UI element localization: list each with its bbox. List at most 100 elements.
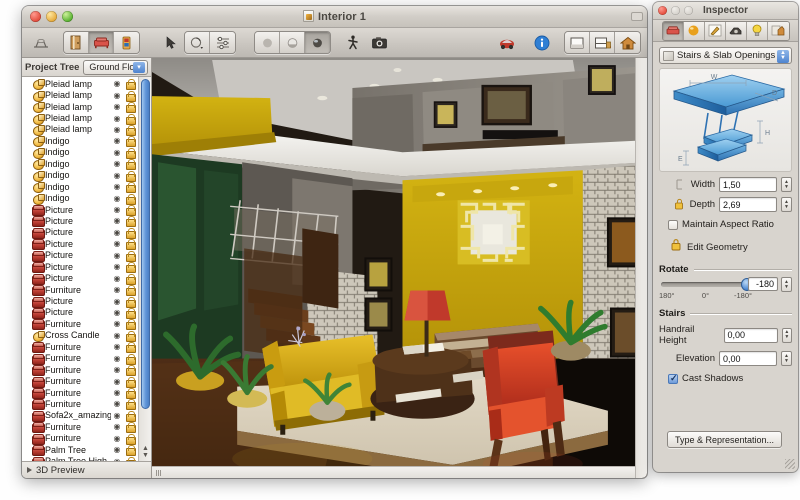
- eye-icon[interactable]: ◉: [111, 319, 123, 328]
- lock-icon[interactable]: [125, 170, 136, 182]
- camera-icon[interactable]: [366, 32, 392, 53]
- list-item[interactable]: Picture ◉: [22, 227, 138, 239]
- cast-shadows-row[interactable]: Cast Shadows: [659, 373, 792, 384]
- material-sphere-icon[interactable]: [683, 21, 705, 40]
- window-toolbar-toggle[interactable]: [631, 12, 643, 21]
- eye-icon[interactable]: ◉: [111, 388, 123, 397]
- furniture-icon[interactable]: [89, 32, 114, 53]
- lock-icon[interactable]: [125, 216, 136, 228]
- lock-icon[interactable]: [125, 388, 136, 400]
- 3d-viewport[interactable]: [152, 58, 647, 478]
- eye-icon[interactable]: ◉: [111, 205, 123, 214]
- eye-icon[interactable]: ◉: [111, 102, 123, 111]
- maintain-aspect-row[interactable]: Maintain Aspect Ratio: [659, 219, 792, 230]
- eye-icon[interactable]: ◉: [111, 262, 123, 271]
- rotate-value-input[interactable]: -180: [748, 277, 778, 291]
- inspector-resize-handle[interactable]: [785, 459, 795, 469]
- floor-selector[interactable]: Ground Floor: [83, 59, 148, 75]
- environment-house-icon[interactable]: [767, 21, 789, 40]
- lock-icon[interactable]: [125, 410, 136, 422]
- lock-icon[interactable]: [125, 273, 136, 285]
- list-item[interactable]: Picture ◉: [22, 215, 138, 228]
- maintain-aspect-checkbox[interactable]: [668, 219, 678, 230]
- scroll-up-arrow[interactable]: ▲: [141, 445, 150, 452]
- lock-icon[interactable]: [125, 422, 136, 434]
- viewport-vertical-scrollbar[interactable]: [635, 58, 647, 478]
- eye-icon[interactable]: ◉: [111, 354, 123, 363]
- eye-icon[interactable]: ◉: [111, 342, 123, 351]
- eye-icon[interactable]: ◉: [111, 365, 123, 374]
- list-item[interactable]: Indigo ◉: [22, 170, 138, 182]
- list-item[interactable]: Furniture ◉: [22, 421, 138, 434]
- eye-icon[interactable]: ◉: [111, 136, 123, 145]
- list-item[interactable]: Picture ◉: [22, 272, 138, 285]
- list-item[interactable]: Pleiad lamp ◉: [22, 101, 138, 114]
- width-input[interactable]: 1,50: [719, 177, 777, 192]
- elevation-input[interactable]: 0,00: [719, 351, 777, 366]
- lock-icon[interactable]: [125, 159, 136, 171]
- lock-icon[interactable]: [125, 399, 136, 411]
- lock-icon[interactable]: [125, 147, 136, 159]
- eye-icon[interactable]: ◉: [111, 457, 123, 461]
- eye-icon[interactable]: ◉: [111, 285, 123, 294]
- list-item[interactable]: Picture ◉: [22, 238, 138, 251]
- list-item[interactable]: Furniture ◉: [22, 433, 138, 445]
- eye-icon[interactable]: ◉: [111, 125, 123, 134]
- list-item[interactable]: Picture ◉: [22, 204, 138, 217]
- list-item[interactable]: Pleiad lamp ◉: [22, 124, 138, 136]
- eye-icon[interactable]: ◉: [111, 434, 123, 443]
- people-icon[interactable]: [114, 32, 139, 53]
- eye-icon[interactable]: ◉: [111, 445, 123, 454]
- list-item[interactable]: Furniture ◉: [22, 318, 138, 331]
- list-item[interactable]: Furniture ◉: [22, 387, 138, 400]
- eye-icon[interactable]: ◉: [111, 251, 123, 260]
- realistic-sphere-icon[interactable]: [305, 32, 330, 53]
- eye-icon[interactable]: ◉: [111, 216, 123, 225]
- eye-icon[interactable]: ◉: [111, 331, 123, 340]
- list-item[interactable]: Furniture ◉: [22, 375, 138, 388]
- render-engine-icon[interactable]: [494, 32, 520, 53]
- rotate-slider[interactable]: -180 ▲ ▼: [659, 277, 792, 292]
- lock-icon[interactable]: [125, 79, 136, 91]
- lock-icon[interactable]: [125, 365, 136, 377]
- depth-input[interactable]: 2,69: [719, 197, 777, 212]
- lock-icon[interactable]: [125, 227, 136, 239]
- lock-icon[interactable]: [125, 376, 136, 388]
- tree-scrollbar[interactable]: ▲ ▼: [138, 77, 151, 461]
- 3d-preview-disclosure[interactable]: 3D Preview: [22, 461, 151, 478]
- list-item[interactable]: Sofa2x_amazing ◉: [22, 410, 138, 422]
- lock-icon[interactable]: [125, 262, 136, 274]
- eye-icon[interactable]: ◉: [111, 159, 123, 168]
- list-item[interactable]: Pleiad lamp ◉: [22, 78, 138, 91]
- camera-icon[interactable]: [725, 21, 747, 40]
- lock-icon[interactable]: [125, 239, 136, 251]
- lock-icon[interactable]: [125, 342, 136, 354]
- lock-icon[interactable]: [125, 330, 136, 342]
- info-icon[interactable]: [529, 32, 555, 53]
- list-item[interactable]: Furniture ◉: [22, 398, 138, 411]
- lock-icon[interactable]: [125, 433, 136, 445]
- eye-icon[interactable]: ◉: [111, 239, 123, 248]
- textured-sphere-icon[interactable]: [280, 32, 305, 53]
- walkthrough-person-icon[interactable]: [340, 32, 366, 53]
- type-representation-button[interactable]: Type & Representation...: [667, 431, 782, 448]
- list-item[interactable]: Picture ◉: [22, 295, 138, 308]
- list-item[interactable]: Cross Candle ◉: [22, 330, 138, 342]
- orbit-icon[interactable]: [185, 32, 210, 53]
- wireframe-icon[interactable]: [28, 32, 54, 53]
- list-item[interactable]: Picture ◉: [22, 261, 138, 274]
- rotate-slider-track[interactable]: [661, 282, 750, 287]
- depth-stepper[interactable]: ▲ ▼: [781, 197, 792, 212]
- tree-scroll-arrows[interactable]: ▲ ▼: [141, 445, 150, 459]
- lock-icon[interactable]: [125, 353, 136, 365]
- lock-icon[interactable]: [125, 193, 136, 205]
- list-item[interactable]: Picture ◉: [22, 250, 138, 262]
- rotate-stepper[interactable]: ▲ ▼: [781, 277, 792, 292]
- pencil-edit-icon[interactable]: [704, 21, 726, 40]
- lock-icon[interactable]: [125, 205, 136, 217]
- list-item[interactable]: Picture ◉: [22, 307, 138, 319]
- eye-icon[interactable]: ◉: [111, 422, 123, 431]
- list-item[interactable]: Indigo ◉: [22, 147, 138, 159]
- lock-icon[interactable]: [125, 319, 136, 331]
- list-item[interactable]: Indigo ◉: [22, 135, 138, 148]
